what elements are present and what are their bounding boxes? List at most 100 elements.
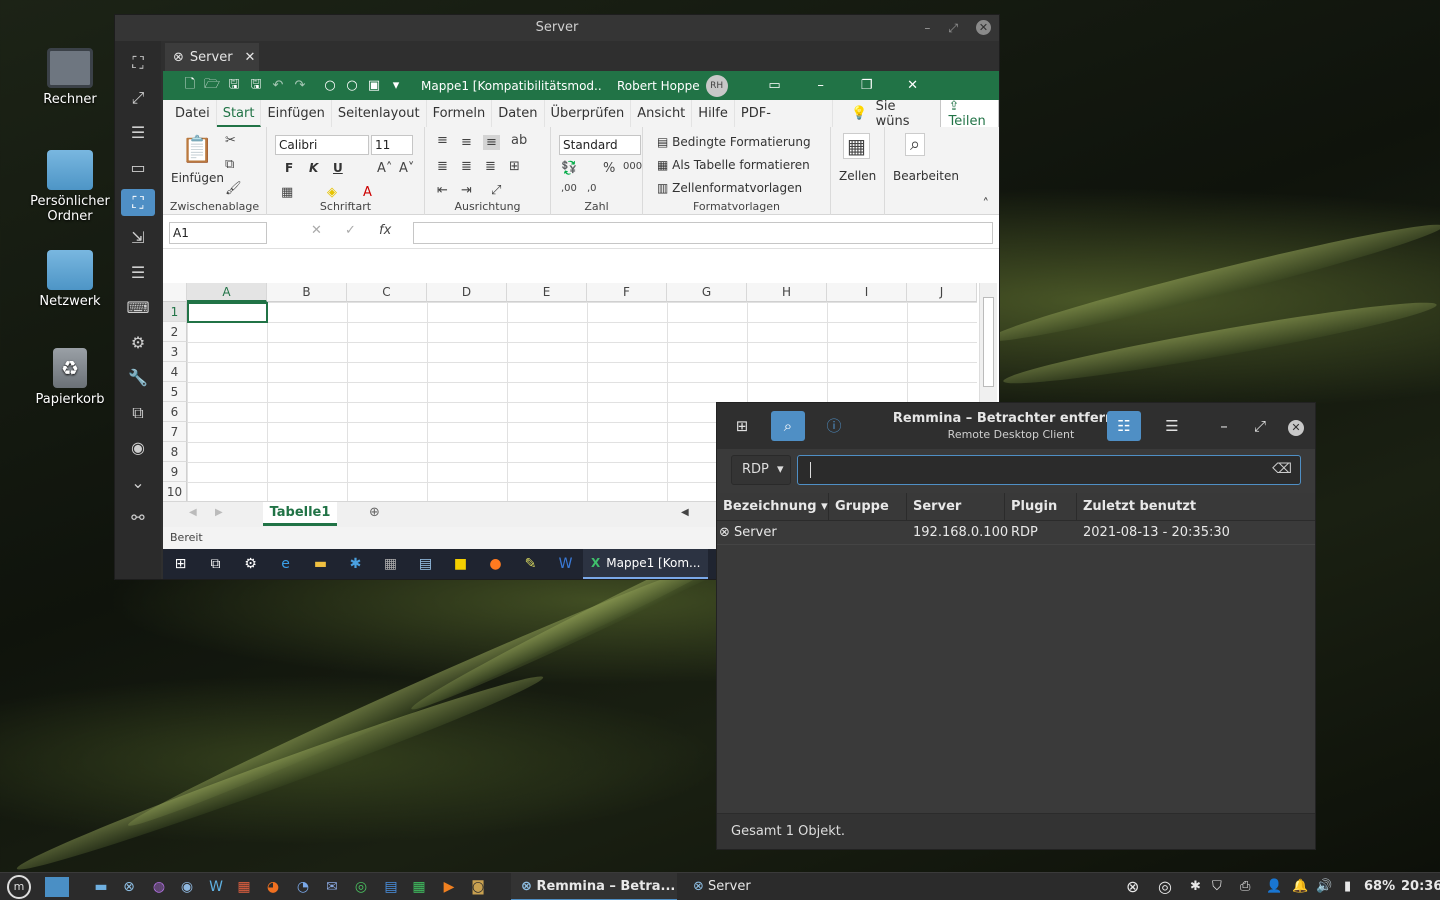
- font-color-icon[interactable]: A: [363, 185, 372, 200]
- column-header[interactable]: D: [427, 283, 507, 302]
- explorer-icon[interactable]: ▬: [303, 556, 338, 572]
- shrink-font-icon[interactable]: A˅: [399, 161, 414, 176]
- insert-function-icon[interactable]: fx: [379, 223, 391, 238]
- row-header[interactable]: 3: [163, 342, 187, 362]
- border-icon[interactable]: ▦: [281, 185, 293, 200]
- column-header[interactable]: C: [347, 283, 427, 302]
- row-header[interactable]: 8: [163, 442, 187, 462]
- form-icon[interactable]: ▣: [363, 78, 385, 93]
- copy-icon[interactable]: ⧉: [225, 157, 234, 172]
- open-icon[interactable]: 🗁: [201, 75, 223, 97]
- qat-dropdown-icon[interactable]: ▾: [385, 78, 407, 93]
- files-icon[interactable]: ▬: [90, 877, 112, 897]
- group-cells[interactable]: ▦ Zellen: [831, 127, 885, 215]
- whatsapp-launcher-icon[interactable]: ◎: [350, 877, 372, 897]
- active-cell[interactable]: [187, 302, 268, 323]
- column-header-last-used[interactable]: Zuletzt benutzt: [1077, 493, 1315, 521]
- tab-view[interactable]: Ansicht: [631, 100, 693, 127]
- minimize-toolbar-icon[interactable]: ⌄: [121, 469, 155, 496]
- list-view-button[interactable]: ☷: [1107, 411, 1141, 441]
- browser-icon[interactable]: ◔: [292, 877, 314, 897]
- tab-insert[interactable]: Einfügen: [261, 100, 332, 127]
- column-header-name[interactable]: Bezeichnung ▾: [717, 493, 829, 521]
- align-middle-icon[interactable]: ≡: [461, 135, 472, 150]
- mail-icon[interactable]: ✉: [321, 877, 343, 897]
- protocol-select[interactable]: RDP ▾: [731, 455, 791, 485]
- row-header[interactable]: 9: [163, 462, 187, 482]
- group-edit[interactable]: ⌕ Bearbeiten: [885, 127, 959, 215]
- increase-indent-icon[interactable]: ⇥: [461, 183, 472, 198]
- sticky-notes-icon[interactable]: ■: [443, 556, 478, 572]
- fill-color-icon[interactable]: ◈: [327, 185, 337, 200]
- column-header[interactable]: H: [747, 283, 827, 302]
- column-header-server[interactable]: Server: [907, 493, 1005, 521]
- tab-page-layout[interactable]: Seitenlayout: [332, 100, 427, 127]
- restore-icon[interactable]: ❐: [856, 78, 878, 93]
- disconnect-icon[interactable]: ⚯: [121, 504, 155, 531]
- calculator-icon[interactable]: ▦: [373, 556, 408, 572]
- desktop-icon-home-folder[interactable]: Persönlicher Ordner: [25, 150, 115, 224]
- column-header[interactable]: I: [827, 283, 907, 302]
- cells-button[interactable]: Zellen: [839, 169, 876, 183]
- column-header[interactable]: B: [267, 283, 347, 302]
- align-left-icon[interactable]: ≣: [437, 159, 448, 174]
- circle-icon[interactable]: ○: [341, 78, 363, 93]
- row-header[interactable]: 10: [163, 482, 187, 502]
- new-doc-icon[interactable]: 🗋: [179, 75, 201, 97]
- bold-button[interactable]: F: [285, 161, 293, 175]
- column-header[interactable]: G: [667, 283, 747, 302]
- settings-app-icon[interactable]: ▦: [233, 877, 255, 897]
- cancel-icon[interactable]: ✕: [311, 223, 322, 238]
- thermometer-icon[interactable]: ◍: [148, 877, 170, 897]
- align-right-icon[interactable]: ≣: [485, 159, 496, 174]
- conditional-format-button[interactable]: ▤ Bedingte Formatierung: [657, 135, 811, 149]
- duplicate-icon[interactable]: ⧉: [121, 399, 155, 426]
- circle-icon[interactable]: ○: [319, 78, 341, 93]
- bluetooth-icon[interactable]: ✱: [1190, 873, 1201, 900]
- taskbar-server[interactable]: ⊗ Server: [683, 873, 803, 900]
- taskbar-remmina[interactable]: ⊗ Remmina – Betra...: [511, 873, 677, 900]
- wrap-text-icon[interactable]: ab: [511, 133, 527, 148]
- fullscreen-icon[interactable]: ⤢: [121, 84, 155, 111]
- notepad-icon[interactable]: ▤: [408, 556, 443, 572]
- save-icon[interactable]: 🖫: [223, 75, 245, 97]
- grow-font-icon[interactable]: A˄: [377, 161, 392, 176]
- tab-file[interactable]: Datei: [169, 100, 217, 127]
- tab-review[interactable]: Überprüfen: [545, 100, 632, 127]
- server-input[interactable]: ⌫: [797, 455, 1301, 485]
- printer-icon[interactable]: ⎙: [1240, 873, 1250, 900]
- number-format-select[interactable]: Standard: [559, 135, 641, 155]
- horizontal-scroll-left-icon[interactable]: ◀: [681, 507, 689, 518]
- firefox-launcher-icon[interactable]: ◕: [262, 877, 284, 897]
- settings-icon[interactable]: ⚙: [233, 556, 268, 572]
- tab-start[interactable]: Start: [216, 100, 262, 127]
- tab-formulas[interactable]: Formeln: [427, 100, 493, 127]
- notifications-icon[interactable]: 🔔: [1292, 873, 1308, 900]
- server-window-titlebar[interactable]: Server – ⤢ ✕: [115, 15, 999, 41]
- keyboard-icon[interactable]: ⌨: [121, 294, 155, 321]
- thousands-icon[interactable]: 000: [623, 161, 642, 172]
- orientation-icon[interactable]: ⤢: [491, 183, 501, 198]
- search-button[interactable]: ⌕: [771, 411, 805, 441]
- edit-button[interactable]: Bearbeiten: [893, 169, 959, 183]
- row-header[interactable]: 1: [163, 302, 187, 322]
- save-as-icon[interactable]: 🖫: [245, 75, 267, 97]
- avatar[interactable]: RH: [705, 74, 728, 97]
- percent-icon[interactable]: %: [603, 161, 615, 176]
- column-header[interactable]: A: [187, 283, 267, 302]
- writer-icon[interactable]: ▤: [380, 877, 402, 897]
- sheet-tab[interactable]: Tabelle1: [263, 502, 337, 526]
- tab-pdf-xchange[interactable]: PDF-XChange 20: [735, 100, 834, 148]
- row-header[interactable]: 6: [163, 402, 187, 422]
- column-header[interactable]: J: [907, 283, 977, 302]
- prev-sheet-icon[interactable]: ◀: [189, 507, 197, 518]
- minimize-icon[interactable]: –: [810, 78, 832, 93]
- volume-icon[interactable]: 🔊: [1316, 873, 1332, 900]
- bluetooth-app-icon[interactable]: ✱: [338, 556, 373, 572]
- row-header[interactable]: 4: [163, 362, 187, 382]
- firefox-icon[interactable]: ●: [478, 556, 513, 572]
- next-sheet-icon[interactable]: ▶: [215, 507, 223, 518]
- maximize-icon[interactable]: ⤢: [1243, 411, 1277, 441]
- remmina-headerbar[interactable]: ⊞ ⌕ ⓘ Remmina – Betrachter entfern... Re…: [717, 403, 1315, 449]
- show-desktop-icon[interactable]: [45, 877, 69, 897]
